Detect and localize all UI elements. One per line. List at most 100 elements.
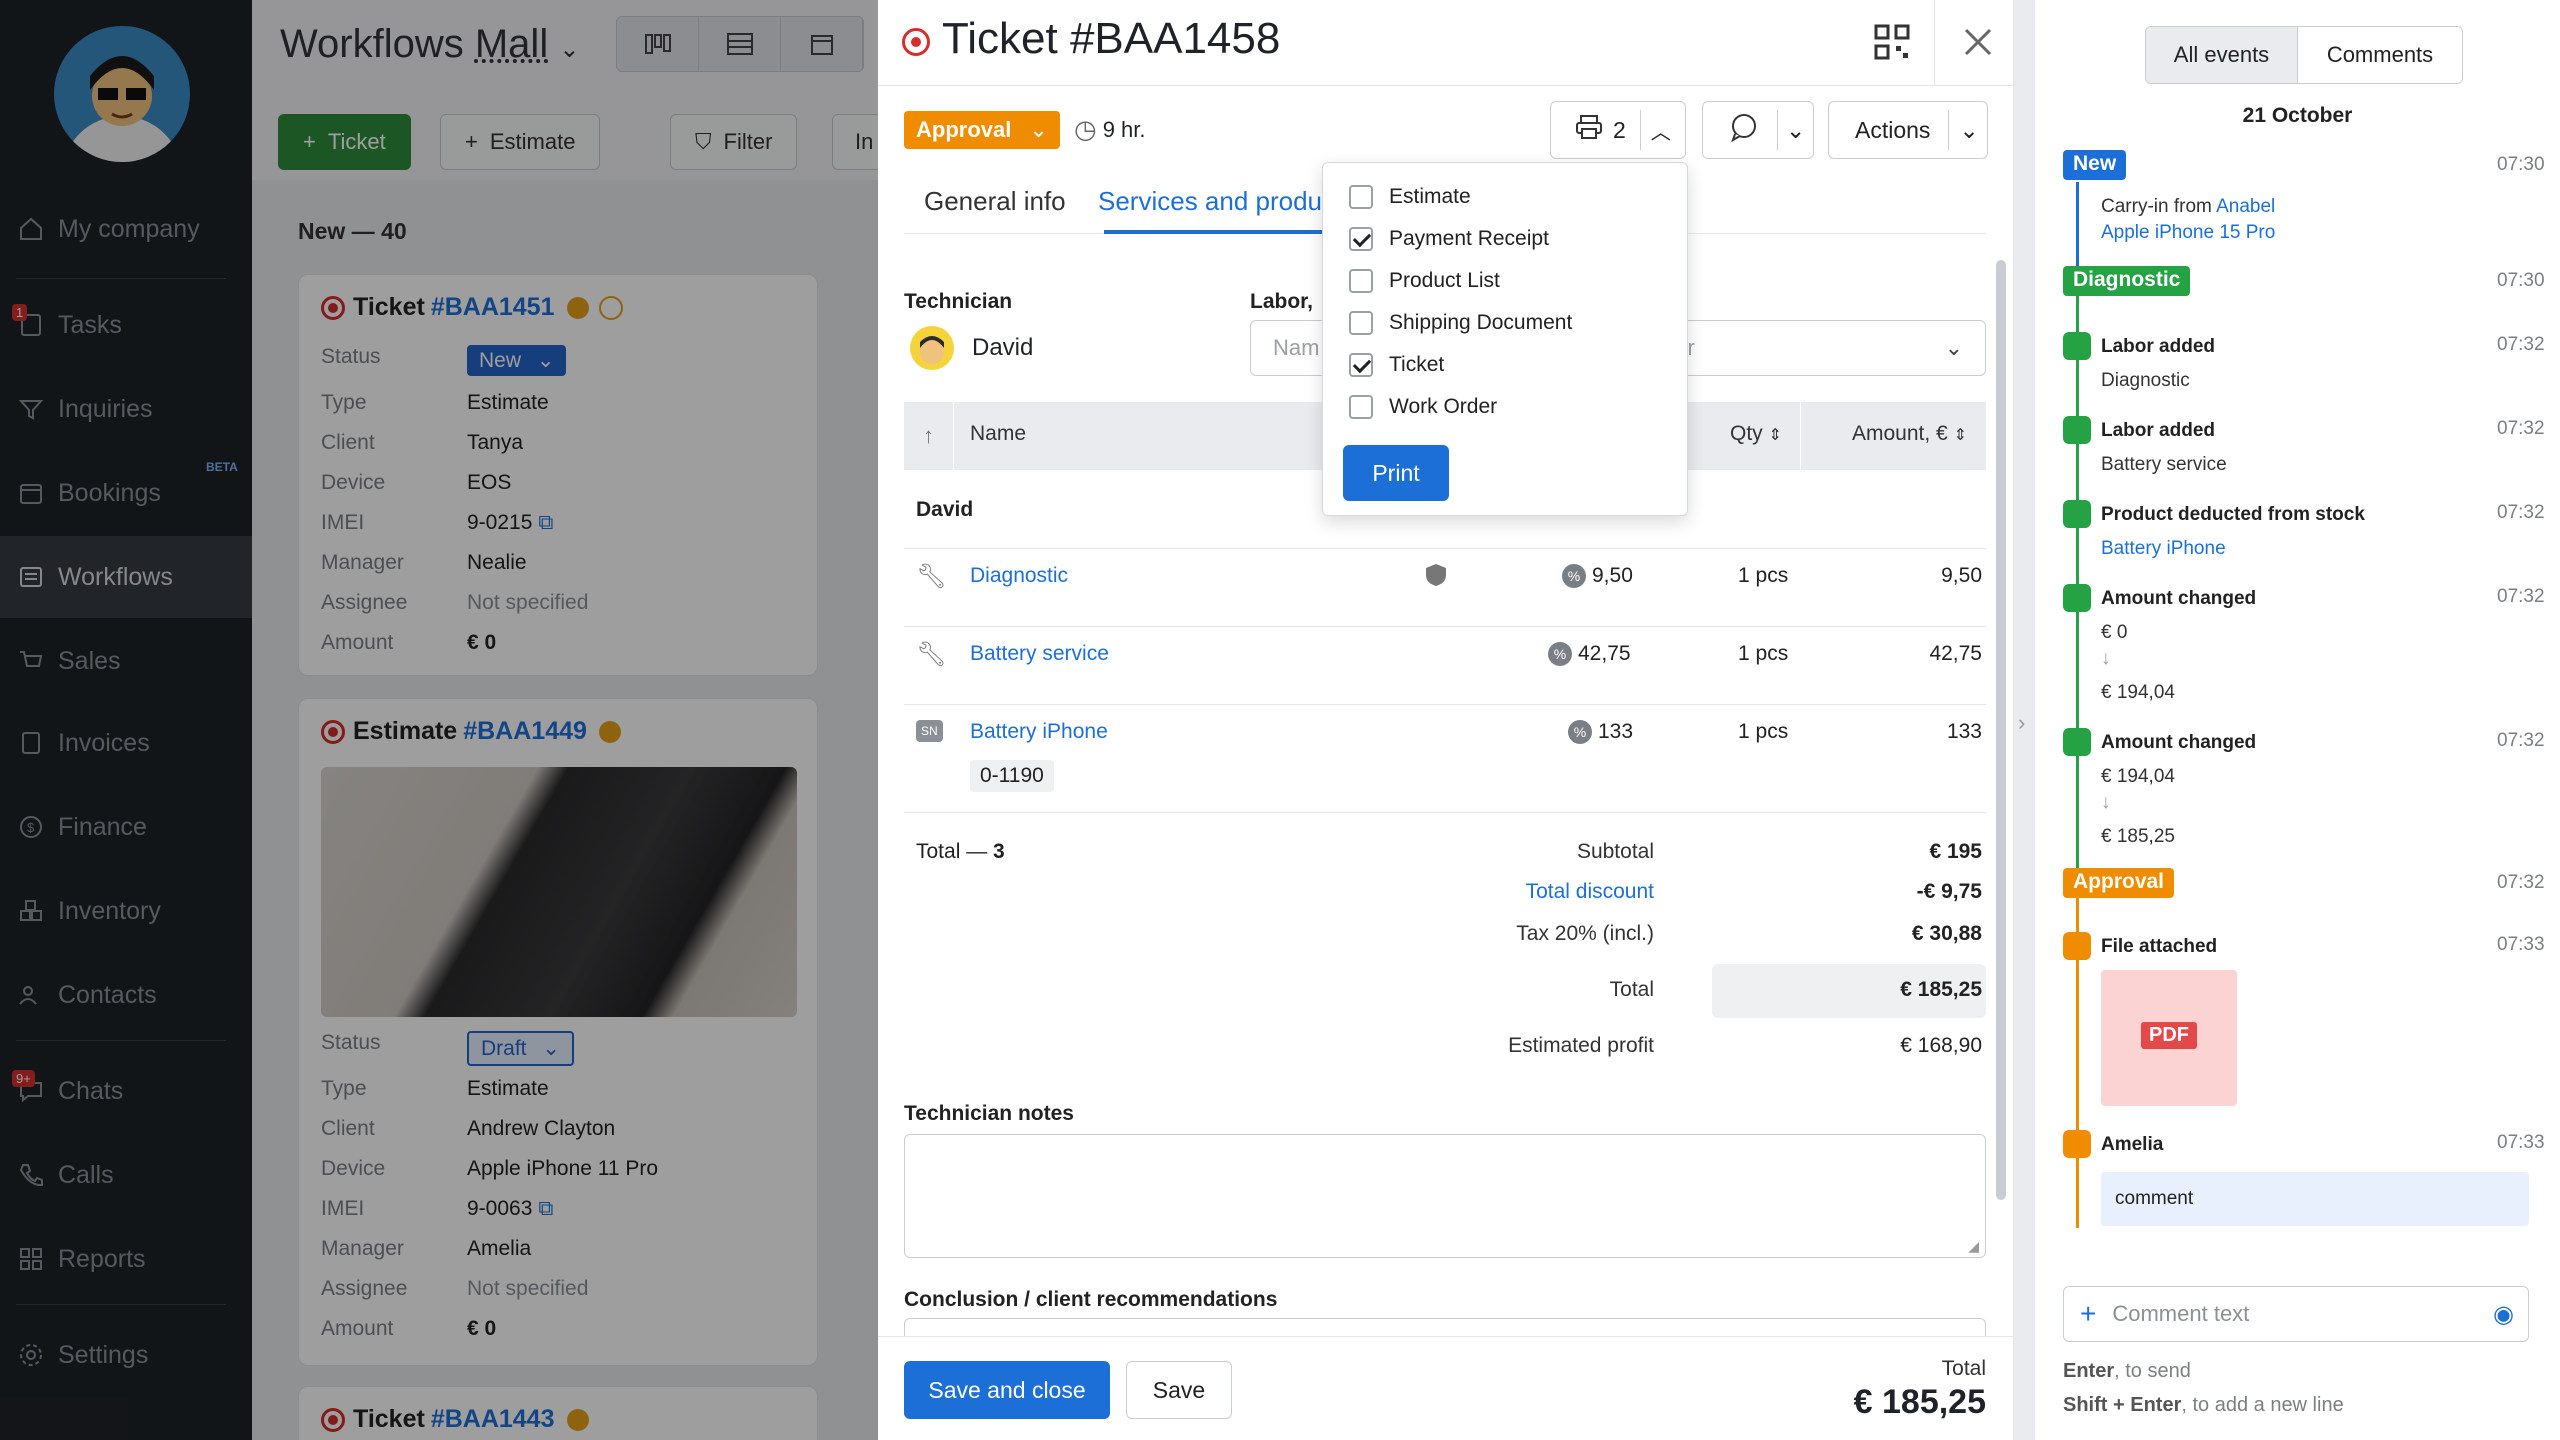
row-name-link[interactable]: Battery service: [970, 642, 1109, 666]
row-qty[interactable]: 1 pcs: [1738, 720, 1788, 744]
print-option-payment-receipt[interactable]: Payment Receipt: [1349, 227, 1549, 251]
device-link[interactable]: Apple iPhone 15 Pro: [2101, 222, 2275, 244]
group-header: David: [916, 498, 974, 521]
event-time: 07:33: [2497, 934, 2545, 955]
chevron-right-icon[interactable]: ›: [2018, 710, 2025, 736]
total-discount-link[interactable]: Total discount: [1354, 880, 1654, 904]
plus-icon[interactable]: +: [2080, 1298, 2096, 1330]
timeline-line: [2076, 182, 2079, 278]
event-text: € 0: [2101, 622, 2128, 643]
event-title: Labor added: [2101, 420, 2216, 441]
row-price: % 9,50: [1562, 564, 1633, 589]
technician-name[interactable]: David: [972, 334, 1033, 362]
events-filter: All events Comments: [2145, 26, 2463, 84]
row-price: % 42,75: [1548, 642, 1631, 667]
chevron-down-icon[interactable]: ⌄: [1786, 117, 1805, 144]
wrench-icon: 🔧︎: [916, 641, 947, 668]
checkbox[interactable]: [1349, 353, 1373, 377]
discount-icon: %: [1568, 720, 1592, 745]
events-panel: All events Comments 21 October New 07:30…: [2035, 0, 2560, 1440]
ticket-title: Ticket #BAA1458: [942, 14, 1281, 63]
ticket-footer: Save and close Save Total € 185,25: [878, 1336, 2013, 1440]
wrench-icon: [2063, 416, 2091, 444]
checkbox[interactable]: [1349, 311, 1373, 335]
checkbox[interactable]: [1349, 395, 1373, 419]
row-price: % 133: [1568, 720, 1633, 745]
tab-services-and-products[interactable]: Services and products: [1098, 186, 1348, 217]
event-title: File attached: [2101, 936, 2218, 957]
amount-change-icon: [2063, 728, 2091, 756]
tab-comments[interactable]: Comments: [2298, 27, 2462, 83]
resize-handle-icon[interactable]: ◢: [1968, 1238, 1979, 1255]
event-time: 07:32: [2497, 418, 2545, 439]
subtotal-value: € 195: [1929, 840, 1982, 863]
row-amount: 133: [1946, 720, 1982, 743]
row-amount: 42,75: [1929, 642, 1982, 665]
tax-label: Tax 20% (incl.): [1516, 922, 1654, 945]
print-option-ticket[interactable]: Ticket: [1349, 353, 1444, 377]
conclusion-textarea[interactable]: [904, 1318, 1986, 1338]
event-time: 07:32: [2497, 730, 2545, 751]
total-label: Total: [1609, 978, 1654, 1001]
save-and-close-button[interactable]: Save and close: [904, 1361, 1110, 1419]
row-divider: [904, 626, 1986, 627]
arrow-down-icon: ↓: [2101, 792, 2111, 813]
row-divider: [904, 812, 1986, 813]
row-qty[interactable]: 1 pcs: [1738, 642, 1788, 666]
print-option-work-order[interactable]: Work Order: [1349, 395, 1497, 419]
save-button[interactable]: Save: [1126, 1361, 1232, 1419]
paperclip-icon: [2063, 932, 2091, 960]
technician-notes-label: Technician notes: [904, 1102, 1074, 1125]
qr-code-icon[interactable]: [1874, 24, 1910, 60]
checkbox[interactable]: [1349, 185, 1373, 209]
print-option-product-list[interactable]: Product List: [1349, 269, 1500, 293]
profit-value: € 168,90: [1900, 1034, 1982, 1057]
clock-icon: ◷: [1074, 114, 1097, 144]
arrow-down-icon: ↓: [2101, 648, 2111, 669]
sort-arrow-icon[interactable]: ↑: [904, 402, 954, 470]
modal-backdrop[interactable]: [0, 0, 878, 1440]
footer-total-value: € 185,25: [1853, 1383, 1986, 1421]
event-text: Battery service: [2101, 454, 2227, 475]
tab-all-events[interactable]: All events: [2146, 27, 2298, 83]
print-options-menu: Estimate Payment Receipt Product List Sh…: [1322, 162, 1688, 516]
print-submit-button[interactable]: Print: [1343, 445, 1449, 501]
name-column-header[interactable]: Name: [970, 422, 1026, 446]
eye-icon[interactable]: ◉: [2493, 1300, 2514, 1329]
scrollbar[interactable]: [1996, 260, 2006, 1200]
comment-input[interactable]: + Comment text ◉: [2063, 1286, 2529, 1342]
panel-splitter[interactable]: ›: [2013, 0, 2035, 1440]
event-time: 07:32: [2497, 334, 2545, 355]
checkbox[interactable]: [1349, 269, 1373, 293]
chevron-up-icon[interactable]: ︿: [1651, 116, 1671, 145]
print-option-estimate[interactable]: Estimate: [1349, 185, 1471, 209]
pdf-attachment[interactable]: PDF: [2101, 970, 2237, 1106]
close-icon[interactable]: [1958, 22, 1998, 62]
checkbox[interactable]: [1349, 227, 1373, 251]
status-dropdown[interactable]: Approval ⌄: [904, 111, 1060, 149]
duration: ◷ 9 hr.: [1074, 114, 1146, 144]
ticket-status-icon: [902, 28, 930, 56]
labor-label: Labor,: [1250, 290, 1314, 313]
event-status-tag: Approval: [2063, 868, 2175, 898]
product-link[interactable]: Battery iPhone: [2101, 538, 2226, 560]
event-time: 07:32: [2497, 586, 2545, 607]
client-link[interactable]: Anabel: [2216, 196, 2275, 217]
message-button[interactable]: ⌄: [1702, 101, 1814, 159]
technician-notes-textarea[interactable]: ◢: [904, 1134, 1986, 1258]
row-name-link[interactable]: Battery iPhone: [970, 720, 1108, 744]
event-text: € 185,25: [2101, 826, 2175, 847]
print-option-shipping-document[interactable]: Shipping Document: [1349, 311, 1572, 335]
wrench-icon: 🔧︎: [916, 563, 947, 590]
amount-column-header[interactable]: Amount, € ⇕: [1852, 422, 1967, 446]
print-button[interactable]: 2 ︿: [1550, 101, 1686, 159]
discount-icon: %: [1562, 564, 1586, 589]
actions-button[interactable]: Actions ⌄: [1828, 101, 1988, 159]
qty-column-header[interactable]: Qty ⇕: [1730, 422, 1782, 446]
event-title: Amount changed: [2101, 732, 2257, 753]
comment-author: Amelia: [2101, 1134, 2164, 1155]
row-name-link[interactable]: Diagnostic: [970, 564, 1068, 588]
amount-change-icon: [2063, 584, 2091, 612]
tab-general-info[interactable]: General info: [924, 186, 1066, 217]
row-qty[interactable]: 1 pcs: [1738, 564, 1788, 588]
